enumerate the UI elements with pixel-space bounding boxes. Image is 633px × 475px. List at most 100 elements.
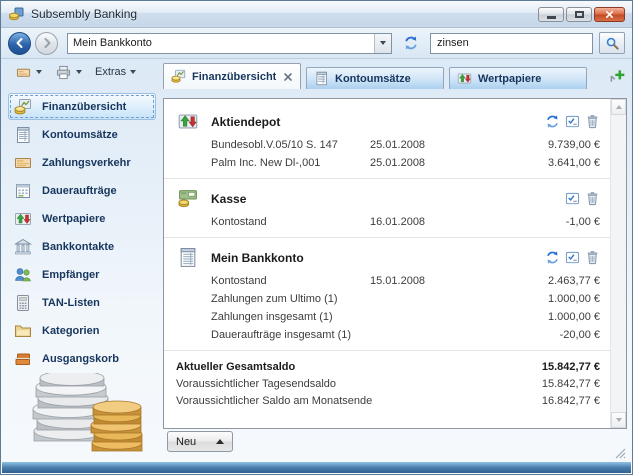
scrollbar[interactable] [610,99,626,428]
account-section: Mein BankkontoKontostand15.01.20082.463,… [164,238,610,351]
sidebar-item-kontoumsaetze[interactable]: Kontoumsätze [8,121,156,148]
categories-icon [14,322,32,340]
tab-kontoumsaetze[interactable]: Kontoumsätze [306,67,444,89]
close-tab-button[interactable] [283,72,293,82]
balance-row: Daueraufträge insgesamt (1)-20,00 € [211,328,600,343]
delete-button[interactable] [585,191,600,206]
coins-image [26,373,144,455]
row-date: 16.01.2008 [370,215,478,230]
sidebar-item-label: Kontoumsätze [42,129,118,141]
scroll-down-button[interactable] [611,412,626,428]
chevron-down-icon [130,70,136,74]
row-name: Daueraufträge insgesamt (1) [211,328,370,343]
section-header: Kasse [176,188,600,209]
recipients-icon [14,266,32,284]
sidebar-item-label: Finanzübersicht [42,101,126,113]
back-button[interactable] [8,32,31,55]
sidebar-item-zahlungsverkehr[interactable]: Zahlungsverkehr [8,149,156,176]
window-title: Subsembly Banking [31,7,536,21]
maximize-button[interactable] [566,7,592,22]
print-menu-button[interactable] [50,62,87,82]
app-icon [8,6,24,22]
forward-arrow-icon [41,37,53,49]
standing-orders-icon [14,182,32,200]
balance-row: Zahlungen zum Ultimo (1)1.000,00 € [211,292,600,307]
row-value: 9.739,00 € [478,138,600,153]
row-date: 25.01.2008 [370,138,478,153]
refresh-icon [403,35,419,51]
new-tab-button[interactable] [607,66,627,86]
total-label: Aktueller Gesamtsaldo [176,360,450,375]
sidebar-item-tan-listen[interactable]: TAN-Listen [8,289,156,316]
finance-overview-panel: Aktiendepot Bundesobl.V.05/10 S. 14725.01… [163,98,627,429]
sidebar-nav: Finanzübersicht Kontoumsätze Zahlungsverke… [6,93,158,372]
extras-menu-button[interactable]: Extras [90,62,141,82]
refresh-button[interactable] [545,250,560,265]
arrow-up-icon [616,105,622,109]
search-box[interactable] [430,33,593,54]
refresh-button[interactable] [545,114,560,129]
transactions-icon [14,126,32,144]
row-value: 3.641,00 € [478,156,600,171]
payments-icon [14,154,32,172]
row-date: 25.01.2008 [370,156,478,171]
total-value: 16.842,77 € [450,394,600,409]
search-button[interactable] [599,32,625,54]
balance-button[interactable] [565,250,580,265]
total-row: Aktueller Gesamtsaldo15.842,77 € [176,360,600,375]
account-selector-dropdown[interactable] [374,34,391,53]
total-row: Voraussichtlicher Saldo am Monatsende16.… [176,394,600,409]
sidebar-item-kategorien[interactable]: Kategorien [8,317,156,344]
row-date: 15.01.2008 [370,274,478,289]
total-label: Voraussichtlicher Tagesendsaldo [176,377,450,392]
sidebar-toolbar: Extras [6,60,158,84]
balance-row: Kontostand16.01.2008-1,00 € [211,215,600,230]
delete-button[interactable] [585,114,600,129]
section-actions [545,250,600,265]
account-selector[interactable] [67,33,392,54]
search-input[interactable] [431,34,592,53]
new-payment-menu-button[interactable] [10,62,47,82]
sync-button[interactable] [398,32,424,54]
sidebar-item-finanzuebersicht[interactable]: Finanzübersicht [8,93,156,120]
sidebar-item-wertpapiere[interactable]: Wertpapiere [8,205,156,232]
sidebar-item-label: Wertpapiere [42,213,105,225]
new-tab-icon [608,67,626,85]
scroll-up-button[interactable] [611,99,626,115]
printer-icon [55,65,72,80]
sidebar-item-bankkontakte[interactable]: Bankkontakte [8,233,156,260]
maximize-icon [575,11,584,18]
tab-finanzuebersicht[interactable]: Finanzübersicht [163,63,301,89]
total-label: Voraussichtlicher Saldo am Monatsende [176,394,450,409]
bank-contacts-icon [14,238,32,256]
forward-button[interactable] [35,32,58,55]
account-selector-input[interactable] [68,34,374,53]
row-value: -1,00 € [478,215,600,230]
close-button[interactable] [594,7,625,22]
balance-icon [565,114,580,129]
resize-grip[interactable] [615,448,626,459]
minimize-button[interactable] [538,7,564,22]
row-value: 1.000,00 € [478,292,600,307]
new-button[interactable]: Neu [167,431,233,452]
arrow-up-icon [216,439,224,444]
sidebar-item-dauerauftraege[interactable]: Daueraufträge [8,177,156,204]
total-value: 15.842,77 € [450,360,600,375]
balance-button[interactable] [565,191,580,206]
panel-content: Aktiendepot Bundesobl.V.05/10 S. 14725.01… [164,99,610,428]
tab-bar: FinanzübersichtKontoumsätzeWertpapiere [163,63,627,89]
sidebar-item-label: Bankkontakte [42,241,114,253]
sidebar-item-empfaenger[interactable]: Empfänger [8,261,156,288]
sidebar-item-ausgangskorb[interactable]: Ausgangskorb [8,345,156,372]
balance-button[interactable] [565,114,580,129]
arrow-down-icon [616,418,622,422]
section-rows: Bundesobl.V.05/10 S. 14725.01.20089.739,… [176,138,600,171]
row-name: Kontostand [211,274,370,289]
transactions-icon [314,71,329,86]
row-name: Kontostand [211,215,370,230]
extras-label: Extras [95,66,126,78]
tab-wertpapiere[interactable]: Wertpapiere [449,67,587,89]
delete-button[interactable] [585,250,600,265]
section-header: Aktiendepot [176,111,600,132]
close-icon [605,10,614,19]
